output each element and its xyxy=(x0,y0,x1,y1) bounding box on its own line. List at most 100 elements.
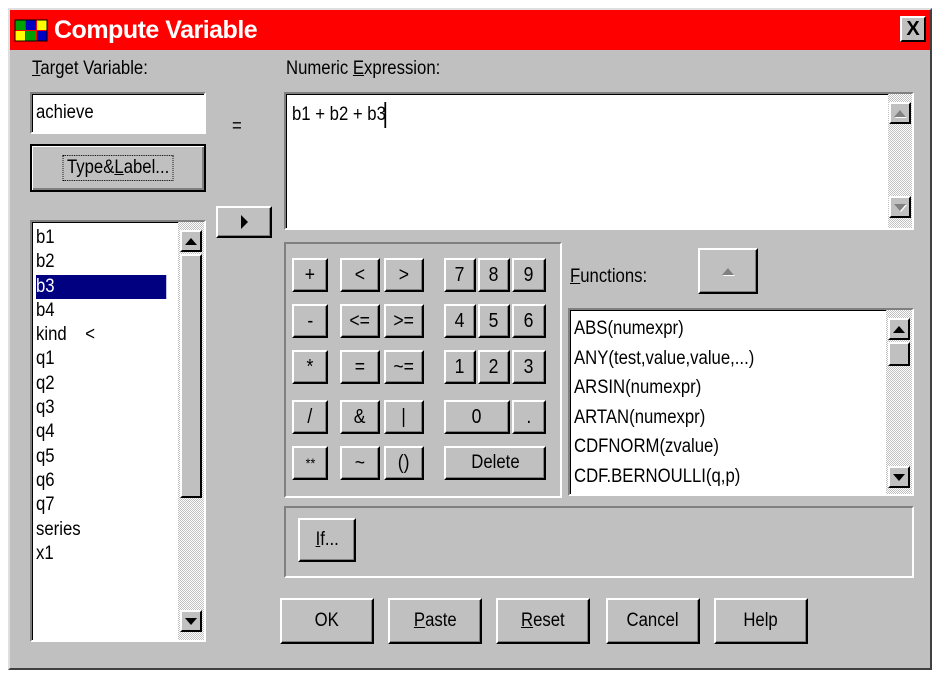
arrow-up-icon xyxy=(722,267,734,275)
key-decimal[interactable]: . xyxy=(512,400,546,434)
list-item[interactable]: q2 xyxy=(36,372,149,396)
function-item[interactable]: ARTAN(numexpr) xyxy=(574,403,754,433)
list-item-selected[interactable]: b3 xyxy=(36,274,167,299)
text-caret xyxy=(384,102,386,128)
function-item[interactable]: CDFNORM(zvalue) xyxy=(574,432,754,462)
function-item[interactable]: ANY(test,value,value,...) xyxy=(574,344,754,374)
key-2-label: 2 xyxy=(489,355,499,378)
reset-button[interactable]: Reset xyxy=(496,598,590,644)
numeric-expression-text: b1 + b2 + b3 xyxy=(292,102,386,128)
cancel-button-label: Cancel xyxy=(626,610,680,631)
key-not-equal[interactable]: ~= xyxy=(384,350,424,384)
list-item[interactable]: q5 xyxy=(36,445,149,469)
key-greater-equal[interactable]: >= xyxy=(384,304,424,338)
paste-function-button[interactable] xyxy=(698,248,758,294)
key-divide-label: / xyxy=(307,405,313,428)
variable-list[interactable]: b1 b2 b3 b4 kind < q1 q2 q3 q4 q5 q6 q7 … xyxy=(30,220,206,642)
key-3-label: 3 xyxy=(524,355,534,378)
functions-list[interactable]: ABS(numexpr) ANY(test,value,value,...) A… xyxy=(568,308,914,496)
key-2[interactable]: 2 xyxy=(478,350,510,384)
key-less-than[interactable]: < xyxy=(340,258,380,292)
list-item[interactable]: x1 xyxy=(36,542,149,566)
title-bar[interactable]: Compute Variable X xyxy=(10,10,930,50)
key-5[interactable]: 5 xyxy=(478,304,510,338)
key-less-than-label: < xyxy=(354,263,366,286)
compute-variable-dialog: Compute Variable X Target Variable: achi… xyxy=(8,8,932,670)
function-item[interactable]: ABS(numexpr) xyxy=(574,314,754,344)
key-1-label: 1 xyxy=(455,355,465,378)
scroll-up-icon xyxy=(894,109,906,117)
ok-button[interactable]: OK xyxy=(280,598,374,644)
list-item[interactable]: b2 xyxy=(36,250,149,274)
paste-button[interactable]: Paste xyxy=(388,598,482,644)
list-item[interactable]: b4 xyxy=(36,299,149,323)
expression-scrollbar[interactable] xyxy=(888,94,912,228)
key-0[interactable]: 0 xyxy=(444,400,510,434)
functions-list-items: ABS(numexpr) ANY(test,value,value,...) A… xyxy=(574,314,754,491)
help-button-label: Help xyxy=(743,610,779,631)
key-equals[interactable]: = xyxy=(340,350,380,384)
key-not[interactable]: ~ xyxy=(340,446,380,480)
list-item[interactable]: q1 xyxy=(36,347,149,371)
key-power[interactable]: ** xyxy=(292,446,328,480)
scroll-down-icon xyxy=(894,203,906,211)
delete-button[interactable]: Delete xyxy=(444,446,546,480)
functions-scrollbar[interactable] xyxy=(886,310,912,494)
key-9[interactable]: 9 xyxy=(512,258,546,292)
expression-scroll-up-button[interactable] xyxy=(889,102,911,124)
variable-list-scrollbar[interactable] xyxy=(178,222,204,640)
list-item[interactable]: series xyxy=(36,518,149,542)
list-item[interactable]: b1 xyxy=(36,226,149,250)
equals-sign: = xyxy=(232,116,242,137)
target-variable-input[interactable]: achieve xyxy=(30,92,206,134)
key-and[interactable]: & xyxy=(340,400,380,434)
expression-scroll-down-button[interactable] xyxy=(889,196,911,218)
key-plus[interactable]: + xyxy=(292,258,328,292)
target-variable-value: achieve xyxy=(36,102,94,123)
variable-scroll-down-button[interactable] xyxy=(180,610,202,632)
key-6[interactable]: 6 xyxy=(512,304,546,338)
key-8[interactable]: 8 xyxy=(478,258,510,292)
key-greater-than[interactable]: > xyxy=(384,258,424,292)
list-item[interactable]: q4 xyxy=(36,420,149,444)
key-not-equal-label: ~= xyxy=(393,355,415,378)
key-less-equal[interactable]: <= xyxy=(340,304,380,338)
key-plus-label: + xyxy=(304,263,316,286)
key-or[interactable]: | xyxy=(384,400,424,434)
key-less-equal-label: <= xyxy=(349,309,371,332)
key-decimal-label: . xyxy=(526,405,532,428)
key-7[interactable]: 7 xyxy=(444,258,476,292)
list-item-label: kind xyxy=(36,324,67,346)
list-item[interactable]: q3 xyxy=(36,396,149,420)
key-7-label: 7 xyxy=(455,263,465,286)
key-minus[interactable]: - xyxy=(292,304,328,338)
list-item[interactable]: kind < xyxy=(36,323,149,347)
key-multiply[interactable]: * xyxy=(292,350,328,384)
key-4[interactable]: 4 xyxy=(444,304,476,338)
list-item[interactable]: q7 xyxy=(36,493,149,517)
key-3[interactable]: 3 xyxy=(512,350,546,384)
functions-scroll-up-button[interactable] xyxy=(888,318,910,340)
close-button[interactable]: X xyxy=(900,16,926,42)
key-divide[interactable]: / xyxy=(292,400,328,434)
function-item[interactable]: CDF.BERNOULLI(q,p) xyxy=(574,462,754,492)
key-and-label: & xyxy=(354,405,366,428)
key-6-label: 6 xyxy=(524,309,534,332)
type-label-button[interactable]: Type&Label... xyxy=(30,144,206,192)
function-item[interactable]: ARSIN(numexpr) xyxy=(574,373,754,403)
if-button[interactable]: If... xyxy=(298,518,356,562)
list-item[interactable]: q6 xyxy=(36,469,149,493)
move-variable-button[interactable] xyxy=(216,206,272,238)
key-1[interactable]: 1 xyxy=(444,350,476,384)
numeric-expression-input[interactable]: b1 + b2 + b3 xyxy=(284,92,914,230)
functions-scroll-thumb[interactable] xyxy=(888,342,910,366)
key-parentheses[interactable]: () xyxy=(384,446,424,480)
functions-scroll-down-button[interactable] xyxy=(888,466,910,488)
target-variable-label: Target Variable: xyxy=(32,58,148,79)
key-parentheses-label: () xyxy=(398,451,410,474)
variable-scroll-up-button[interactable] xyxy=(180,230,202,252)
variable-scroll-thumb[interactable] xyxy=(180,254,202,498)
cancel-button[interactable]: Cancel xyxy=(606,598,700,644)
key-not-label: ~ xyxy=(354,451,366,474)
help-button[interactable]: Help xyxy=(714,598,808,644)
